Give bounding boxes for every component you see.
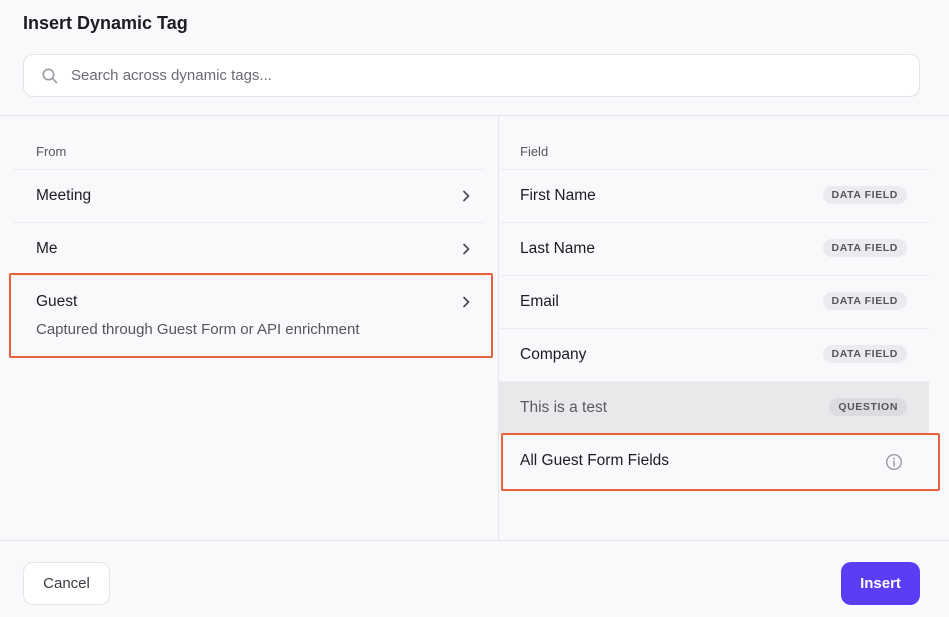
search-icon — [42, 68, 58, 84]
from-item-label: Meeting — [36, 187, 92, 204]
from-item-guest[interactable]: Guest Captured through Guest Form or API… — [13, 275, 485, 355]
from-column-header: From — [36, 144, 67, 159]
chevron-right-icon — [463, 190, 470, 202]
field-type-badge: DATA FIELD — [822, 186, 907, 204]
from-item-meeting[interactable]: Meeting — [13, 169, 485, 222]
field-item-email[interactable]: Email DATA FIELD — [499, 275, 929, 328]
field-item-label: Last Name — [520, 240, 595, 257]
field-item-this-is-a-test[interactable]: This is a test QUESTION — [499, 381, 929, 434]
from-item-label: Me — [36, 240, 58, 257]
chevron-right-icon — [463, 243, 470, 255]
search-input[interactable] — [71, 55, 891, 96]
from-item-description: Captured through Guest Form or API enric… — [36, 321, 360, 338]
field-item-first-name[interactable]: First Name DATA FIELD — [499, 169, 929, 222]
field-item-label: First Name — [520, 187, 596, 204]
field-type-badge: DATA FIELD — [822, 345, 907, 363]
field-item-label: This is a test — [520, 399, 607, 416]
from-item-label: Guest — [36, 293, 78, 310]
search-box[interactable] — [23, 54, 920, 97]
field-item-company[interactable]: Company DATA FIELD — [499, 328, 929, 381]
field-item-label: Company — [520, 346, 587, 363]
insert-button[interactable]: Insert — [841, 562, 920, 605]
field-type-badge: DATA FIELD — [822, 239, 907, 257]
field-column-header: Field — [520, 144, 549, 159]
from-item-me[interactable]: Me — [13, 222, 485, 275]
insert-dynamic-tag-dialog: Insert Dynamic Tag From Meeting Me Guest… — [0, 0, 949, 617]
divider — [0, 540, 949, 541]
field-type-badge: DATA FIELD — [822, 292, 907, 310]
dialog-title: Insert Dynamic Tag — [23, 13, 188, 33]
cancel-button[interactable]: Cancel — [23, 562, 110, 605]
field-item-last-name[interactable]: Last Name DATA FIELD — [499, 222, 929, 275]
field-item-all-guest-form-fields[interactable]: All Guest Form Fields — [499, 434, 929, 487]
field-item-label: Email — [520, 293, 559, 310]
chevron-right-icon — [463, 296, 470, 308]
divider — [0, 115, 949, 116]
field-type-badge: QUESTION — [829, 398, 907, 416]
field-item-label: All Guest Form Fields — [520, 452, 670, 469]
info-icon[interactable] — [885, 453, 903, 471]
